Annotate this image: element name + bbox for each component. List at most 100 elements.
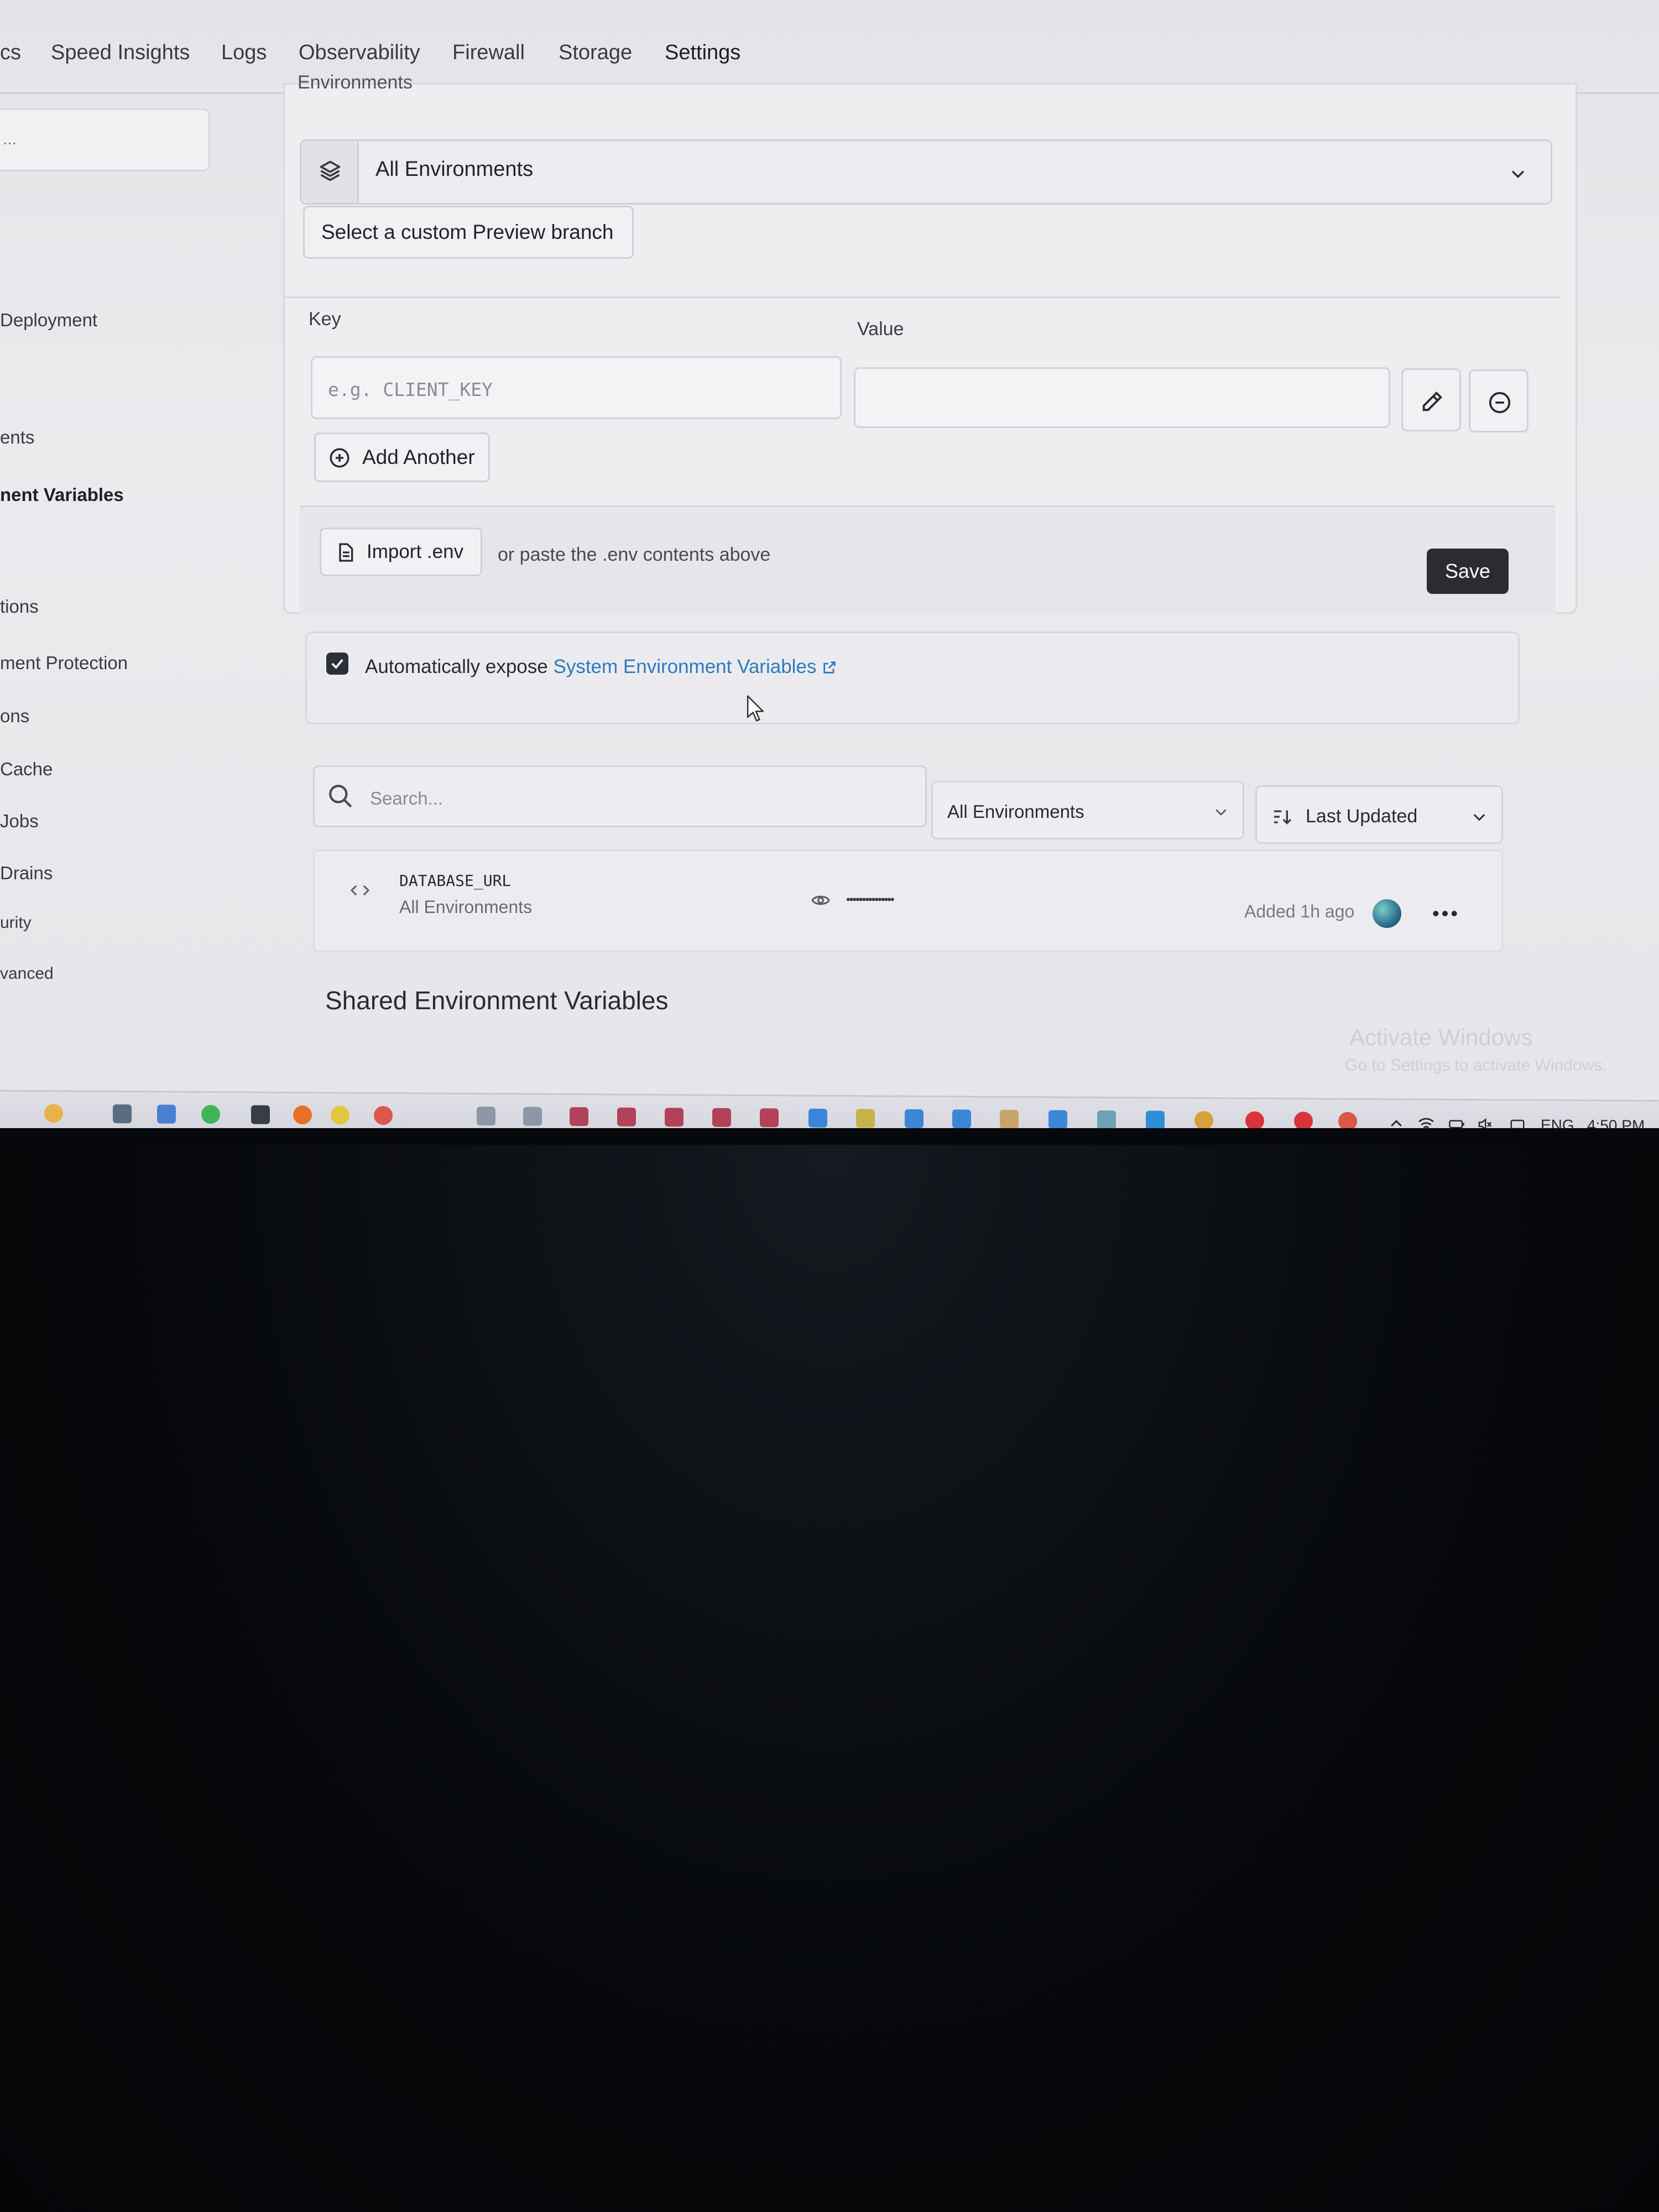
edit-button[interactable] bbox=[1401, 368, 1461, 431]
auto-expose-checkbox[interactable] bbox=[326, 653, 348, 675]
volume-muted-icon[interactable] bbox=[1475, 1116, 1494, 1128]
taskbar: ENG 4:50 PM bbox=[0, 1089, 1659, 1128]
value-label: Value bbox=[857, 319, 904, 340]
pencil-icon bbox=[1422, 391, 1443, 411]
terminal-icon[interactable] bbox=[251, 1105, 270, 1124]
custom-preview-branch-button[interactable]: Select a custom Preview branch bbox=[303, 206, 634, 259]
tab-settings[interactable]: Settings bbox=[665, 41, 740, 65]
environment-select[interactable]: All Environments bbox=[300, 139, 1552, 205]
environment-filter-value: All Environments bbox=[947, 801, 1084, 822]
paste-hint: or paste the .env contents above bbox=[498, 544, 771, 565]
sort-icon bbox=[1274, 810, 1292, 825]
archive-icon[interactable] bbox=[760, 1108, 779, 1128]
sidebar-item-environments[interactable]: ents bbox=[0, 427, 34, 448]
sidebar-search-placeholder: ... bbox=[3, 130, 17, 148]
vscode-icon[interactable] bbox=[1146, 1110, 1165, 1128]
tab-logs[interactable]: Logs bbox=[221, 41, 267, 65]
add-another-label: Add Another bbox=[362, 446, 475, 468]
key-label: Key bbox=[309, 309, 341, 330]
sidebar-item-environment-variables[interactable]: nent Variables bbox=[0, 484, 124, 505]
tab-storage[interactable]: Storage bbox=[559, 41, 632, 65]
download-icon[interactable] bbox=[952, 1109, 971, 1128]
chevron-up-icon[interactable] bbox=[1388, 1115, 1405, 1128]
sort-select[interactable]: Last Updated bbox=[1255, 785, 1503, 844]
environment-filter-select[interactable]: All Environments bbox=[931, 781, 1244, 839]
download-icon[interactable] bbox=[808, 1108, 827, 1128]
save-button[interactable]: Save bbox=[1427, 549, 1509, 594]
wifi-icon[interactable] bbox=[1417, 1114, 1436, 1128]
eye-icon[interactable] bbox=[810, 890, 832, 910]
sidebar-search-input[interactable]: ... bbox=[0, 108, 210, 171]
file-icon[interactable] bbox=[477, 1107, 495, 1126]
layers-icon bbox=[301, 141, 359, 203]
sidebar-item-deployment[interactable]: Deployment bbox=[0, 310, 97, 331]
remove-row-button[interactable] bbox=[1469, 369, 1528, 432]
code-icon bbox=[350, 885, 370, 896]
tab-analytics[interactable]: cs bbox=[0, 41, 21, 65]
value-input[interactable] bbox=[854, 367, 1390, 428]
app-icon[interactable] bbox=[1097, 1110, 1116, 1128]
added-time: Added 1h ago bbox=[1244, 901, 1355, 921]
activate-windows-hint: Go to Settings to activate Windows. bbox=[1345, 1056, 1607, 1074]
tab-observability[interactable]: Observability bbox=[299, 41, 420, 65]
copilot-icon[interactable] bbox=[44, 1104, 63, 1123]
document-icon[interactable] bbox=[1000, 1109, 1019, 1128]
archive-icon[interactable] bbox=[665, 1108, 684, 1127]
tab-speed-insights[interactable]: Speed Insights bbox=[51, 41, 190, 65]
screen: cs Speed Insights Logs Observability Fir… bbox=[0, 0, 1659, 1128]
sidebar-item-jobs[interactable]: Jobs bbox=[0, 811, 39, 832]
clock[interactable]: 4:50 PM bbox=[1587, 1117, 1645, 1128]
firefox-icon[interactable] bbox=[293, 1105, 312, 1125]
environments-label: Environments bbox=[298, 72, 413, 93]
more-options-icon[interactable] bbox=[1431, 907, 1459, 920]
add-another-button[interactable]: Add Another bbox=[314, 432, 490, 482]
chevron-down-icon bbox=[1473, 813, 1485, 821]
language-indicator[interactable]: ENG bbox=[1541, 1117, 1574, 1128]
top-navigation: cs Speed Insights Logs Observability Fir… bbox=[0, 11, 1659, 96]
variables-search-input[interactable]: Search... bbox=[313, 765, 927, 827]
app-icon[interactable] bbox=[157, 1104, 176, 1124]
sidebar-item-functions[interactable]: ons bbox=[0, 706, 29, 727]
variable-environments: All Environments bbox=[399, 897, 533, 917]
archive-icon[interactable] bbox=[617, 1107, 636, 1126]
external-link-icon[interactable] bbox=[822, 660, 837, 675]
battery-icon[interactable] bbox=[1447, 1116, 1467, 1128]
shared-section-title: Shared Environment Variables bbox=[325, 986, 669, 1015]
chevron-down-icon bbox=[1215, 809, 1227, 816]
sidebar-item-advanced[interactable]: vanced bbox=[0, 964, 54, 983]
task-view-icon[interactable] bbox=[113, 1104, 132, 1124]
chrome-profile-icon[interactable] bbox=[1338, 1112, 1357, 1128]
sidebar-item-integrations[interactable]: tions bbox=[0, 596, 39, 617]
chrome-icon[interactable] bbox=[331, 1105, 349, 1125]
divider bbox=[283, 296, 1561, 298]
opera-icon[interactable] bbox=[1294, 1112, 1313, 1128]
masked-value: ••••••••••••••• bbox=[846, 893, 895, 906]
sidebar-item-cache[interactable]: Cache bbox=[0, 759, 53, 780]
chrome-icon[interactable] bbox=[1194, 1111, 1213, 1128]
auto-expose-prefix: Automatically expose bbox=[365, 656, 548, 677]
tab-firewall[interactable]: Firewall bbox=[452, 41, 525, 65]
system-env-vars-link[interactable]: System Environment Variables bbox=[553, 656, 816, 677]
chrome-profile-icon[interactable] bbox=[374, 1105, 393, 1125]
file-icon[interactable] bbox=[523, 1107, 542, 1126]
archive-icon[interactable] bbox=[570, 1107, 588, 1126]
sidebar-item-security[interactable]: urity bbox=[0, 914, 32, 932]
search-icon bbox=[329, 785, 352, 808]
sidebar-item-drains[interactable]: Drains bbox=[0, 863, 53, 884]
variables-search-placeholder: Search... bbox=[370, 788, 444, 808]
folder-icon[interactable] bbox=[856, 1109, 875, 1128]
file-icon bbox=[339, 543, 353, 562]
variable-name: DATABASE_URL bbox=[399, 872, 512, 890]
whatsapp-icon[interactable] bbox=[201, 1105, 220, 1124]
meet-now-icon[interactable] bbox=[1509, 1117, 1526, 1128]
download-icon[interactable] bbox=[905, 1109, 924, 1128]
minus-circle-icon bbox=[1489, 392, 1511, 414]
key-input[interactable]: e.g. CLIENT_KEY bbox=[311, 356, 842, 419]
sidebar-item-deployment-protection[interactable]: ment Protection bbox=[0, 653, 128, 674]
import-env-button[interactable]: Import .env bbox=[320, 528, 482, 576]
archive-icon[interactable] bbox=[712, 1108, 731, 1127]
auto-expose-panel bbox=[305, 632, 1520, 724]
opera-icon[interactable] bbox=[1245, 1111, 1264, 1128]
environment-select-value: All Environments bbox=[375, 158, 534, 181]
download-icon[interactable] bbox=[1048, 1110, 1067, 1128]
